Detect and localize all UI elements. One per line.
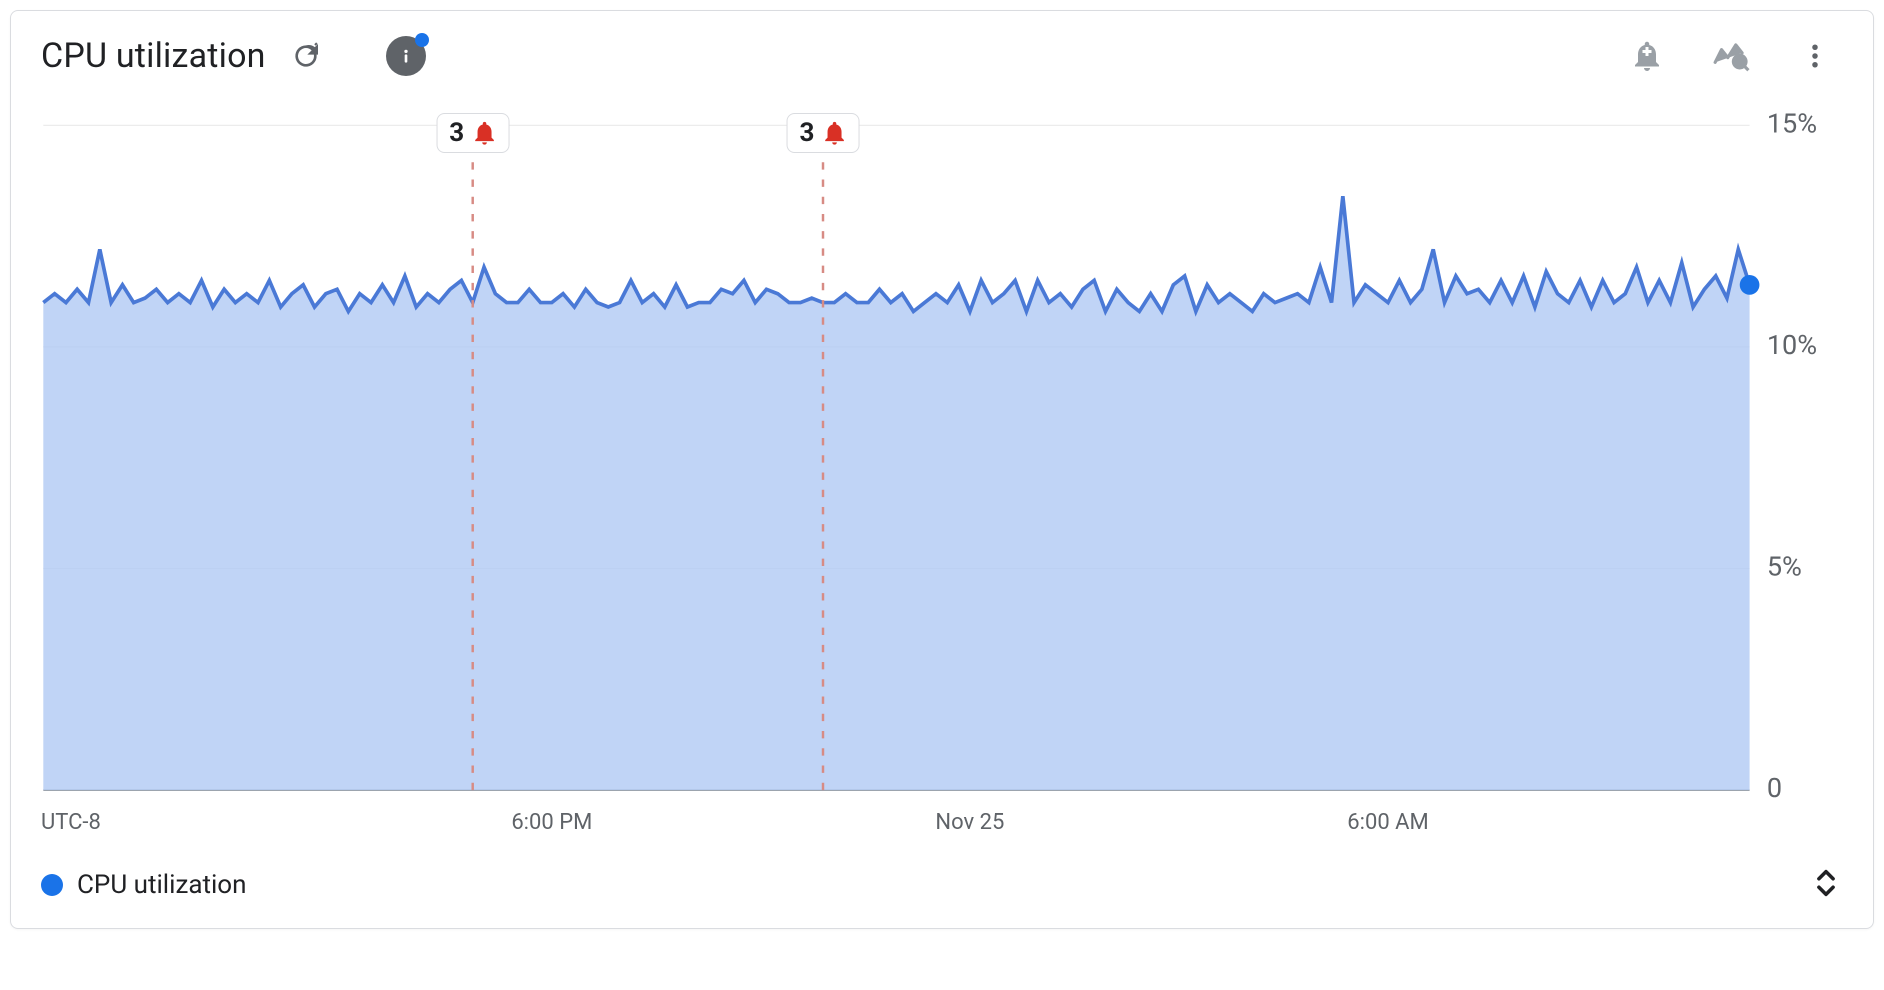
legend-row: CPU utilization [11,856,1873,928]
info-icon [396,46,416,66]
chart-title: CPU utilization [41,36,266,76]
alert-marker[interactable]: 3 [436,113,509,153]
x-tick-label: 6:00 PM [511,810,592,835]
alert-count: 3 [800,118,815,148]
more-vert-icon [1800,41,1830,71]
metrics-explorer-button[interactable] [1709,34,1753,78]
legend-label: CPU utilization [77,870,247,900]
y-tick-label: 10% [1767,329,1817,361]
timezone-label: UTC-8 [41,810,101,835]
refresh-icon [290,40,322,72]
alert-marker[interactable]: 3 [787,113,860,153]
chart-canvas[interactable]: 0 5% 10% 15% 3 3 [31,113,1853,802]
x-tick-label: Nov 25 [935,810,1004,835]
chart-svg: 0 5% 10% 15% [31,113,1853,802]
info-button[interactable] [386,36,426,76]
x-axis-labels: UTC-8 6:00 PM Nov 25 6:00 AM [31,806,1853,856]
bell-icon [470,119,498,147]
refresh-button[interactable] [284,34,328,78]
chart-header: CPU utilization [11,11,1873,83]
more-options-button[interactable] [1793,34,1837,78]
x-tick-label: 6:00 AM [1347,810,1428,835]
chart-body: 0 5% 10% 15% 3 3 UTC-8 6:00 PM Nov 25 6:00 AM [11,83,1873,856]
add-alert-icon [1629,38,1665,74]
toolbar-right [1625,34,1845,78]
sort-icon [1809,866,1843,900]
bell-icon [820,119,848,147]
y-tick-label: 0 [1767,772,1782,802]
chart-card: CPU utilization [10,10,1874,929]
legend-item-cpu[interactable]: CPU utilization [41,870,247,900]
alert-count: 3 [449,118,464,148]
y-tick-label: 15% [1767,113,1817,139]
info-badge-dot [415,33,429,47]
metrics-explorer-icon [1712,37,1750,75]
legend-color-dot [41,874,63,896]
y-tick-label: 5% [1767,551,1802,583]
add-alert-button[interactable] [1625,34,1669,78]
legend-sort-button[interactable] [1809,866,1843,904]
